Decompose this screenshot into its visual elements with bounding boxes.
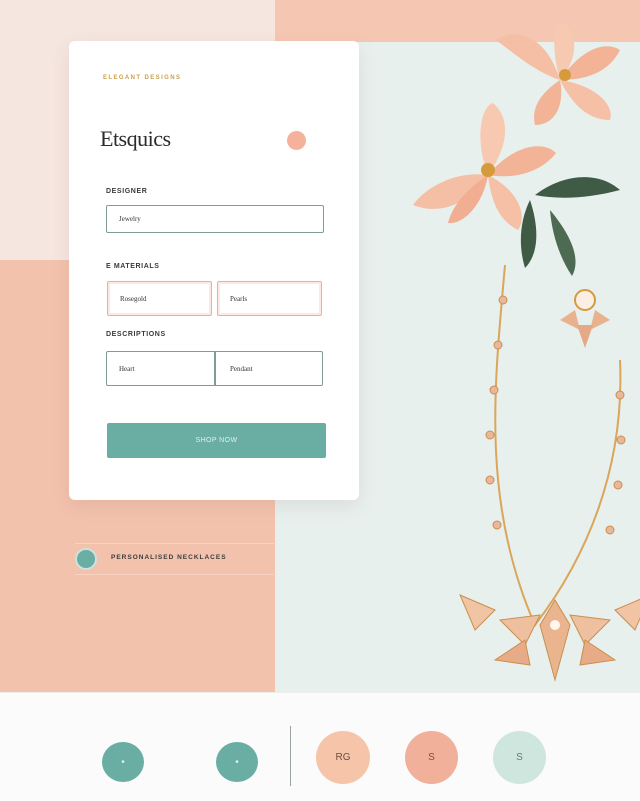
description-value-pendant: Pendant: [230, 364, 253, 373]
swatch-teal-2[interactable]: •: [216, 742, 258, 782]
description-input-heart[interactable]: Heart: [107, 352, 214, 385]
material-value-rosegold: Rosegold: [120, 294, 147, 303]
accent-dot-icon: [287, 131, 306, 150]
swatch-5-label: S: [516, 752, 523, 763]
swatch-mint[interactable]: S: [493, 731, 546, 784]
swatch-rosegold[interactable]: RG: [316, 731, 370, 784]
materials-label: E MATERIALS: [106, 263, 160, 270]
designer-input-value: Jewelry: [119, 215, 141, 223]
swatch-salmon[interactable]: S: [405, 731, 458, 784]
material-input-pearls[interactable]: Pearls: [217, 281, 322, 316]
material-input-rosegold[interactable]: Rosegold: [107, 281, 212, 316]
description-value-heart: Heart: [119, 364, 135, 373]
swatch-1-label: •: [121, 756, 125, 768]
swatch-separator: [290, 726, 291, 786]
feature-label: PERSONALISED NECKLACES: [111, 554, 227, 561]
material-value-pearls: Pearls: [230, 294, 248, 303]
swatch-4-label: S: [428, 752, 435, 763]
floral-necklace-illustration: [413, 21, 640, 682]
designer-label: DESIGNER: [106, 188, 148, 195]
swatch-2-label: •: [235, 756, 239, 768]
swatch-teal-1[interactable]: •: [102, 742, 144, 782]
feature-badge-icon: [75, 548, 97, 570]
brand-title: Etsquics: [100, 126, 171, 151]
descriptions-input-group: Heart Pendant: [106, 351, 323, 386]
eyebrow-text: ELEGANT DESIGNS: [103, 75, 182, 81]
description-input-pendant[interactable]: Pendant: [216, 352, 322, 385]
designer-input[interactable]: Jewelry: [106, 205, 324, 233]
swatch-3-label: RG: [335, 752, 351, 763]
feature-row[interactable]: PERSONALISED NECKLACES: [75, 543, 274, 575]
descriptions-label: DESCRIPTIONS: [106, 331, 166, 338]
signup-card: ELEGANT DESIGNS Etsquics DESIGNER Jewelr…: [69, 41, 359, 500]
shop-now-button[interactable]: SHOP NOW: [107, 423, 326, 458]
